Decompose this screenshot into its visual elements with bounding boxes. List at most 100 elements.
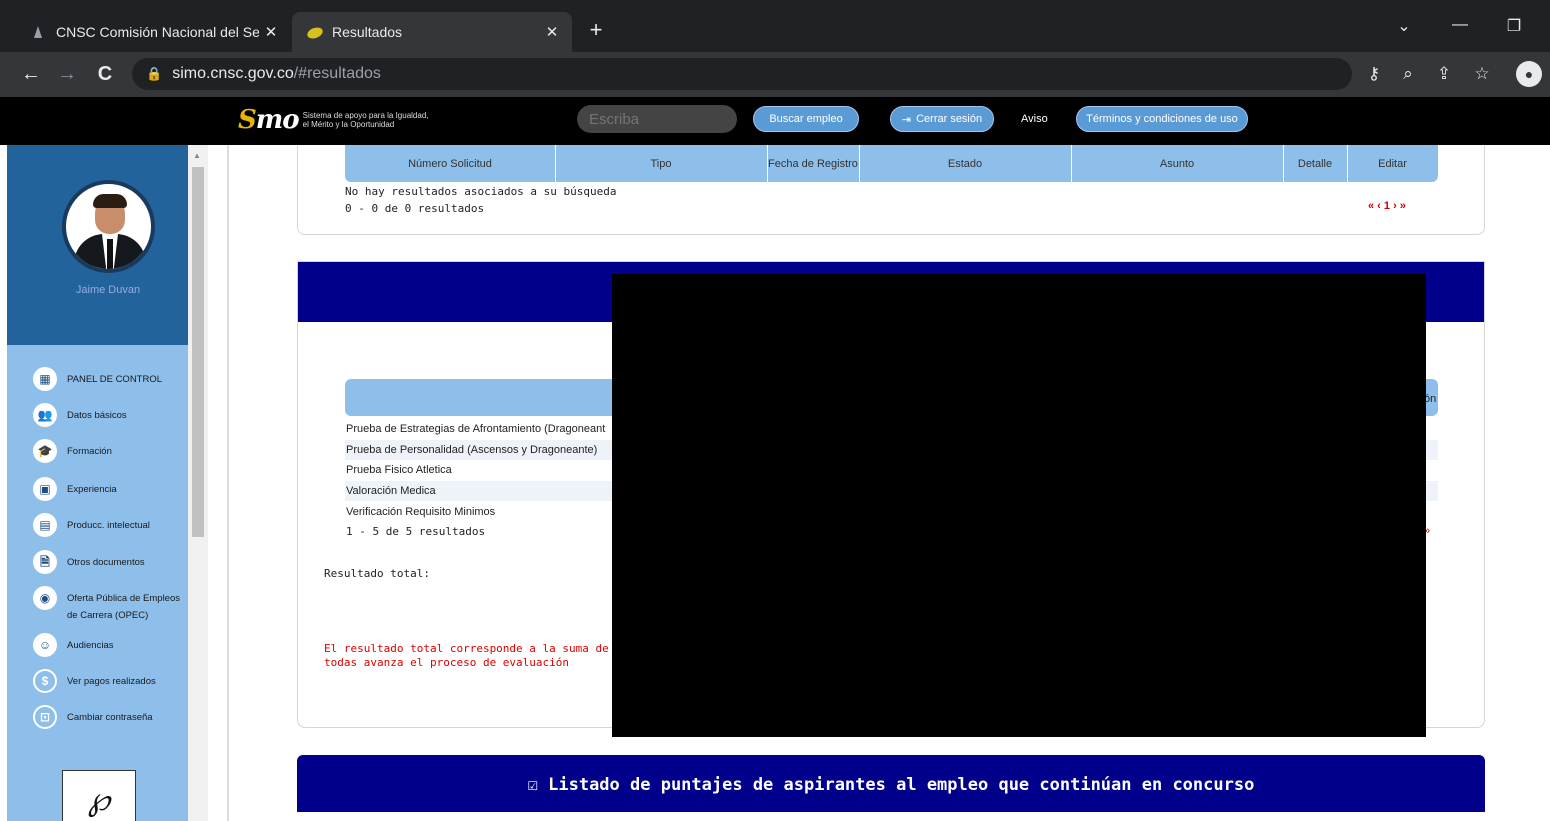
- sidebar-item-panel-de-control[interactable]: ▦ PANEL DE CONTROL: [33, 367, 188, 391]
- logo-tagline: Sistema de apoyo para la Igualdad, el Mé…: [302, 111, 429, 129]
- lock-icon: 🔒: [146, 66, 163, 81]
- lock-icon: ⊡: [33, 705, 57, 729]
- total-note: El resultado total corresponde a la suma…: [324, 642, 609, 669]
- results-count: 1 - 5 de 5 resultados: [346, 525, 486, 538]
- sidebar: Jaime Duvan ▦ PANEL DE CONTROL 👥 Datos b…: [7, 145, 188, 821]
- col-tipo[interactable]: Tipo: [555, 145, 767, 182]
- profile-avatar-icon[interactable]: ●: [1516, 61, 1542, 87]
- col-fecha-registro[interactable]: Fecha de Registro: [767, 145, 859, 182]
- col-asunto[interactable]: Asunto: [1071, 145, 1283, 182]
- simo-logo-mark: Smo: [238, 105, 300, 135]
- sidebar-item-label: Formación: [67, 446, 112, 457]
- close-icon[interactable]: ✕: [540, 23, 564, 41]
- sidebar-profile: Jaime Duvan: [7, 145, 188, 345]
- empty-message: No hay resultados asociados a su búsqued…: [345, 185, 617, 198]
- scores-title-text: Listado de puntajes de aspirantes al emp…: [548, 775, 1255, 795]
- row-label: Prueba de Estrategias de Afrontamiento (…: [346, 423, 606, 435]
- scores-banner: ☑ Listado de puntajes de aspirantes al e…: [297, 755, 1485, 821]
- audience-icon: ☺: [33, 633, 57, 657]
- aviso-link[interactable]: Aviso: [1021, 113, 1048, 125]
- back-icon[interactable]: ←: [18, 62, 44, 88]
- sidebar-item-label: Producc. intelectual: [67, 520, 150, 531]
- scores-banner-title: ☑ Listado de puntajes de aspirantes al e…: [297, 775, 1485, 795]
- calendar-check-icon: ☑: [527, 775, 549, 795]
- scrollbar-thumb[interactable]: [192, 167, 204, 537]
- new-tab-button[interactable]: +: [584, 18, 608, 42]
- sidebar-item-datos-basicos[interactable]: 👥 Datos básicos: [33, 403, 188, 427]
- document-icon: 🗎: [33, 550, 57, 574]
- cerrar-sesion-button[interactable]: ⇥ Cerrar sesión: [890, 106, 994, 132]
- sidebar-item-label: Ver pagos realizados: [67, 676, 156, 687]
- sidebar-item-label: Audiencias: [67, 640, 114, 651]
- total-label: Resultado total:: [324, 567, 430, 580]
- row-label: Prueba Fisico Atletica: [346, 464, 452, 476]
- sidebar-item-label: Experiencia: [67, 484, 117, 495]
- row-label: Verificación Requisito Minimos: [346, 506, 496, 518]
- sidebar-item-opec[interactable]: ◉ Oferta Pública de Empleos de Carrera (…: [33, 586, 188, 624]
- redacted-area: [612, 274, 1426, 737]
- buscar-empleo-button[interactable]: Buscar empleo: [753, 106, 859, 132]
- col-numero-solicitud[interactable]: Número Solicitud: [345, 145, 555, 182]
- sidebar-item-label: Cambiar contraseña: [67, 712, 153, 723]
- tab-title: Resultados: [332, 24, 403, 40]
- site-header: Smo Sistema de apoyo para la Igualdad, e…: [0, 97, 1550, 145]
- sidebar-item-produccion-intelectual[interactable]: ▤ Producc. intelectual: [33, 513, 188, 537]
- sidebar-item-experiencia[interactable]: ▣ Experiencia: [33, 477, 188, 501]
- sidebar-item-label: Oferta Pública de Empleos de Carrera (OP…: [67, 593, 181, 621]
- globe-icon: ◉: [33, 586, 57, 610]
- reload-icon[interactable]: C: [92, 62, 118, 88]
- tab-resultados[interactable]: Resultados ✕: [292, 12, 572, 52]
- education-icon: 🎓: [33, 439, 57, 463]
- key-icon[interactable]: ⚷: [1362, 64, 1386, 84]
- url-host: simo.cnsc.gov.co: [172, 65, 294, 82]
- sidebar-item-pagos[interactable]: $ Ver pagos realizados: [33, 669, 188, 693]
- sidebar-item-label: Datos básicos: [67, 410, 127, 421]
- url-path: /#resultados: [293, 65, 381, 82]
- tab-title: CNSC Comisión Nacional del Ser: [56, 24, 259, 40]
- col-detalle[interactable]: Detalle: [1283, 145, 1347, 182]
- dashboard-icon: ▦: [33, 367, 57, 391]
- people-icon: 👥: [33, 403, 57, 427]
- avatar: [62, 180, 155, 273]
- simo-logo[interactable]: Smo Sistema de apoyo para la Igualdad, e…: [238, 105, 433, 135]
- cerrar-sesion-label: Cerrar sesión: [916, 113, 983, 125]
- sidebar-scrollbar[interactable]: ▲: [188, 145, 208, 821]
- simo-favicon-icon: [306, 24, 323, 40]
- row-label: Prueba de Personalidad (Ascensos y Drago…: [346, 444, 598, 456]
- requests-pager[interactable]: « ‹ 1 › »: [1368, 200, 1406, 212]
- browser-toolbar: ← → C 🔒 simo.cnsc.gov.co /#resultados ⚷ …: [0, 52, 1550, 97]
- logout-icon: ⇥: [901, 113, 912, 126]
- sidebar-item-label: Otros documentos: [67, 557, 145, 568]
- sidebar-item-label: PANEL DE CONTROL: [67, 374, 163, 385]
- bookmark-star-icon[interactable]: ☆: [1470, 64, 1494, 84]
- close-icon[interactable]: ✕: [259, 23, 283, 41]
- cnsc-favicon-icon: [30, 24, 46, 40]
- col-editar[interactable]: Editar: [1347, 145, 1438, 182]
- requests-count: 0 - 0 de 0 resultados: [345, 202, 485, 215]
- search-input[interactable]: [577, 105, 737, 133]
- address-bar[interactable]: 🔒 simo.cnsc.gov.co /#resultados: [132, 58, 1352, 90]
- scroll-up-icon[interactable]: ▲: [193, 151, 201, 160]
- minimize-icon[interactable]: —: [1446, 16, 1474, 34]
- terminos-button[interactable]: Términos y condiciones de uso: [1076, 106, 1248, 132]
- share-icon[interactable]: ⇪: [1432, 64, 1456, 84]
- row-label: Valoración Medica: [346, 485, 436, 497]
- sidebar-item-audiencias[interactable]: ☺ Audiencias: [33, 633, 188, 657]
- zoom-icon[interactable]: ⌕: [1396, 64, 1420, 84]
- cnsc-logo: ℘: [62, 770, 136, 821]
- dollar-icon: $: [33, 669, 57, 693]
- requests-table-header: Número Solicitud Tipo Fecha de Registro …: [345, 145, 1438, 182]
- book-icon: ▤: [33, 513, 57, 537]
- sidebar-item-otros-documentos[interactable]: 🗎 Otros documentos: [33, 550, 188, 574]
- sidebar-item-cambiar-contrasena[interactable]: ⊡ Cambiar contraseña: [33, 705, 188, 729]
- col-estado[interactable]: Estado: [859, 145, 1071, 182]
- tab-search-icon[interactable]: ⌄: [1390, 16, 1418, 36]
- browser-tab-bar: CNSC Comisión Nacional del Ser ✕ Resulta…: [0, 0, 1550, 52]
- sidebar-item-formacion[interactable]: 🎓 Formación: [33, 439, 188, 463]
- briefcase-icon: ▣: [33, 477, 57, 501]
- forward-icon[interactable]: →: [54, 62, 80, 88]
- content-divider: [227, 145, 229, 821]
- tab-cnsc[interactable]: CNSC Comisión Nacional del Ser ✕: [16, 12, 291, 52]
- user-name: Jaime Duvan: [75, 284, 141, 296]
- restore-icon[interactable]: ❐: [1500, 16, 1528, 36]
